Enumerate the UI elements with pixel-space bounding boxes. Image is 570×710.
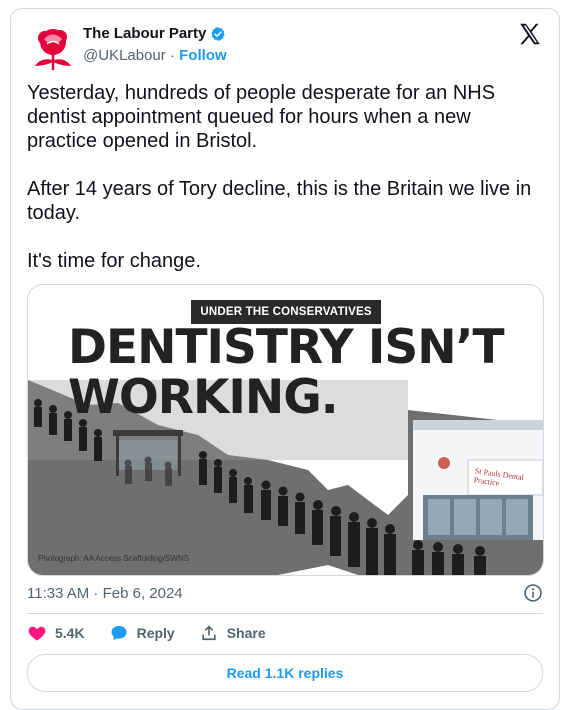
- share-label: Share: [226, 625, 266, 641]
- follow-button[interactable]: Follow: [179, 47, 227, 64]
- tweet-paragraph: After 14 years of Tory decline, this is …: [27, 178, 532, 224]
- heart-icon: [28, 626, 46, 641]
- tweet-text: Yesterday, hundreds of people desperate …: [27, 81, 542, 273]
- tweet-paragraph: Yesterday, hundreds of people desperate …: [27, 82, 496, 152]
- share-button[interactable]: Share: [199, 623, 266, 643]
- headline-line-1: DENTISTRY ISN’T: [68, 320, 505, 375]
- photo-credit: Photograph: AA Access Scaffolding/SWNS: [38, 554, 190, 563]
- reply-bubble-icon: [111, 625, 127, 641]
- x-logo-icon[interactable]: [517, 21, 543, 47]
- like-count: 5.4K: [55, 625, 85, 641]
- like-button[interactable]: 5.4K: [27, 623, 85, 643]
- divider: [27, 613, 543, 614]
- tweet-paragraph: It's time for change.: [27, 250, 201, 272]
- handle-separator: ·: [169, 47, 175, 64]
- author-name[interactable]: The Labour Party: [83, 25, 206, 43]
- labour-rose-icon[interactable]: [27, 22, 79, 74]
- tweet-card: The Labour Party @UKLabour · Follow Yest…: [10, 8, 560, 710]
- tweet-actions: 5.4K Reply Share: [27, 623, 290, 643]
- tweet-media-image[interactable]: UNDER THE CONSERVATIVES DENTISTRY ISN’T …: [27, 284, 544, 576]
- author-block: The Labour Party @UKLabour · Follow: [83, 25, 227, 65]
- verified-badge-icon: [211, 27, 226, 41]
- reply-button[interactable]: Reply: [109, 623, 175, 643]
- reply-label: Reply: [136, 625, 175, 641]
- tweet-header: The Labour Party @UKLabour · Follow: [27, 19, 543, 75]
- media-headline: DENTISTRY ISN’T WORKING.: [68, 323, 528, 423]
- info-icon[interactable]: [523, 583, 543, 603]
- read-replies-button[interactable]: Read 1.1K replies: [27, 654, 543, 692]
- tweet-timestamp[interactable]: 11:33 AM · Feb 6, 2024: [27, 585, 183, 602]
- author-handle[interactable]: @UKLabour: [83, 47, 166, 64]
- headline-line-2: WORKING.: [68, 370, 339, 425]
- share-icon: [202, 625, 216, 641]
